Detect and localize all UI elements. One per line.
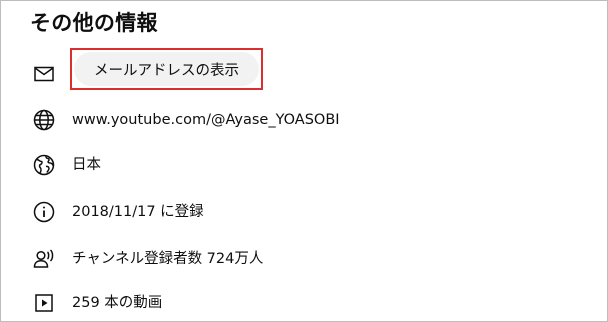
country-label: 日本 [72,157,101,173]
joined-date: 2018/11/17 に登録 [72,204,204,220]
show-email-button[interactable]: メールアドレスの表示 [74,52,259,86]
video-count: 259 本の動画 [72,295,163,311]
globe-icon [31,107,57,133]
subscriber-count: チャンネル登録者数 724万人 [72,251,264,267]
mail-icon [31,61,57,87]
country-row: 日本 [31,150,101,180]
play-video-icon [31,290,57,316]
email-button-highlight: メールアドレスの表示 [70,48,263,90]
world-map-icon [31,152,57,178]
email-row [31,59,72,89]
subscribers-row: チャンネル登録者数 724万人 [31,244,263,274]
subscribers-icon [31,246,57,272]
joined-row: 2018/11/17 に登録 [31,197,204,227]
section-title: その他の情報 [30,11,158,35]
about-panel: その他の情報 メールアドレスの表示 www.youtube.com/@Ayase… [0,0,608,322]
info-icon [31,199,57,225]
videos-row: 259 本の動画 [31,288,162,318]
website-link[interactable]: www.youtube.com/@Ayase_YOASOBI [72,110,340,130]
website-row: www.youtube.com/@Ayase_YOASOBI [31,105,340,135]
